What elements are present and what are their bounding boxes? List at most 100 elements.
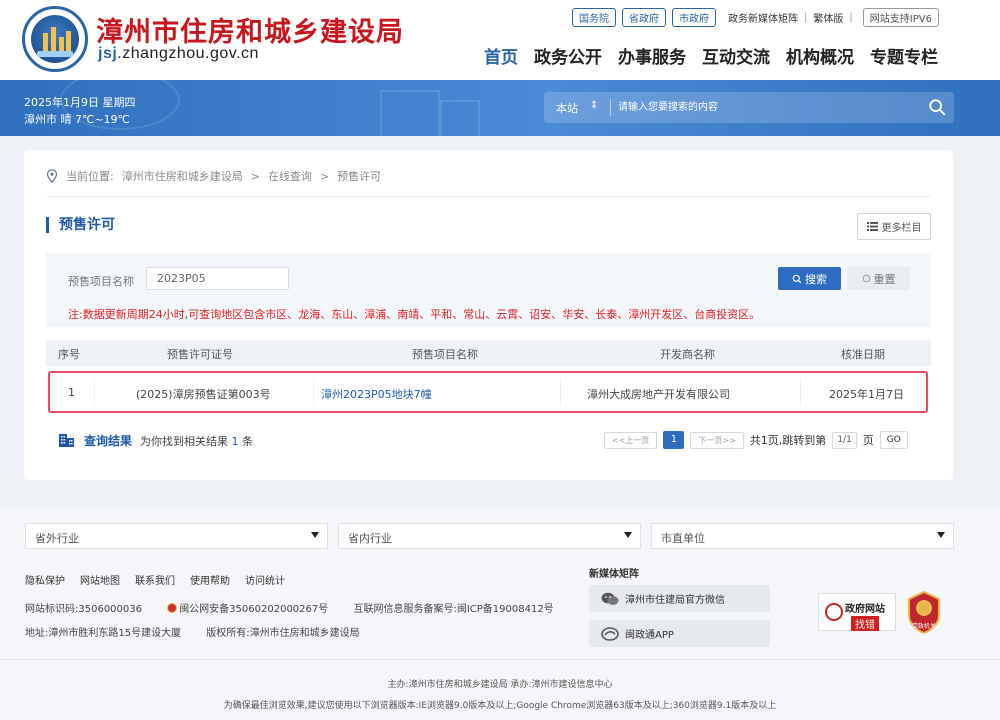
app-icon [601,626,619,641]
nav-topics[interactable]: 专题专栏 [870,43,938,68]
content-card: 当前位置: 漳州市住房和城乡建设局 > 在线查询 > 预售许可 预售许可 更多栏… [24,150,953,480]
link-new-media[interactable]: 政务新媒体矩阵 [728,10,798,25]
page-number-current[interactable]: 1 [663,431,685,449]
breadcrumb-current[interactable]: 预售许可 [337,168,381,184]
reset-icon [862,274,870,283]
site-title[interactable]: 漳州市住房和城乡建设局 [96,10,404,49]
filter-panel: 预售项目名称 搜索 重置 注:数据更新周期24小时,可查询地区包含市区、龙海、东… [46,253,931,327]
column-header-permit: 预售许可证号 [167,348,233,361]
breadcrumb-online-query[interactable]: 在线查询 [268,168,312,184]
project-name-label: 预售项目名称 [68,275,134,288]
weather-info: 漳州市 晴 7℃~19℃ [24,113,130,126]
caret-down-icon [937,532,945,538]
link-help[interactable]: 使用帮助 [190,572,230,587]
gov-site-error-report-badge[interactable]: 政府网站 找错 [818,593,896,631]
cell-project-name-link[interactable]: 漳州2023P05地块7幢 [321,386,432,402]
cell-index: 1 [68,386,75,399]
breadcrumb: 当前位置: 漳州市住房和城乡建设局 > 在线查询 > 预售许可 [46,168,381,184]
search-button[interactable]: 搜索 [778,267,841,290]
breadcrumb-separator: > [319,169,330,183]
report-error-icon [825,603,843,621]
update-note: 注:数据更新周期24小时,可查询地区包含市区、龙海、东山、漳浦、南靖、平和、常山… [68,308,761,321]
search-icon [792,274,802,283]
result-title: 查询结果 [84,434,133,448]
divider [46,196,931,197]
wechat-icon [601,592,619,605]
reset-button[interactable]: 重置 [847,267,910,290]
svg-text:党政机关: 党政机关 [912,622,936,630]
pagination: <<上一页 1 下一页>> 共1页,跳转到第 1/1 页 GO [604,431,908,449]
link-stats[interactable]: 访问统计 [245,572,285,587]
column-header-index: 序号 [58,348,80,361]
site-footer: 省外行业 省内行业 市直单位 隐私保护 网站地图 联系我们 使用帮助 访问统计 … [0,507,1000,720]
site-search-input[interactable] [618,98,908,117]
select-in-province[interactable]: 省内行业 [338,523,641,549]
sort-arrows-icon[interactable]: ⇕ [590,100,598,111]
footer-address-line: 地址:漳州市胜利东路15号建设大厦 版权所有:漳州市住房和城乡建设局 [25,624,360,639]
caret-down-icon [624,532,632,538]
min-zheng-tong-app-button[interactable]: 闽政通APP [589,620,770,647]
site-search-bar: 本站 ⇕ [544,92,954,123]
page-suffix: 页 [862,434,874,447]
icp-record-link[interactable]: 互联网信息服务备案号:闽ICP备19008412号 [353,604,553,615]
column-header-date: 核准日期 [841,348,885,361]
section-title: 预售许可 [46,217,115,233]
address: 地址:漳州市胜利东路15号建设大厦 [25,628,182,639]
banner: 2025年1月9日 星期四 漳州市 晴 7℃~19℃ 本站 ⇕ [0,80,1000,136]
divider: | [849,12,853,23]
select-out-province[interactable]: 省外行业 [25,523,328,549]
more-columns-button[interactable]: 更多栏目 [857,213,931,240]
divider [610,99,611,116]
site-domain: jsj.zhangzhou.gov.cn [98,45,259,62]
site-emblem-logo[interactable] [22,6,88,72]
cell-developer: 漳州大成房地产开发有限公司 [587,388,730,401]
next-page-button[interactable]: 下一页>> [690,431,744,449]
link-city-gov[interactable]: 市政府 [672,8,716,27]
police-record-link[interactable]: 闽公网安备35060202000267号 [179,604,328,615]
breadcrumb-label: 当前位置: [66,170,114,183]
result-count: 1 [231,435,239,448]
nav-home[interactable]: 首页 [484,43,518,68]
search-icon[interactable] [928,98,946,116]
main-nav: 首页 政务公开 办事服务 互动交流 机构概况 专题专栏 [484,43,938,68]
breadcrumb-home[interactable]: 漳州市住房和城乡建设局 [122,168,243,184]
party-gov-agency-badge[interactable]: 党政机关 [906,590,942,634]
page-jump-input[interactable]: 1/1 [832,431,857,449]
select-city-units[interactable]: 市直单位 [651,523,954,549]
result-summary: 为你找到相关结果 1 条 [140,435,253,448]
location-pin-icon [46,169,58,183]
site-header: 漳州市住房和城乡建设局 jsj.zhangzhou.gov.cn 国务院 省政府… [0,0,1000,80]
link-privacy[interactable]: 隐私保护 [25,572,65,587]
table-row[interactable]: 1 (2025)漳房预售证第003号 漳州2023P05地块7幢 漳州大成房地产… [48,371,928,413]
ipv6-badge: 网站支持IPV6 [862,8,939,27]
top-links: 国务院 省政府 市政府 政务新媒体矩阵 | 繁体版 | 网站支持IPV6 [572,8,939,27]
link-state-council[interactable]: 国务院 [572,8,616,27]
nav-services[interactable]: 办事服务 [618,43,686,68]
go-button[interactable]: GO [879,431,908,449]
link-province-gov[interactable]: 省政府 [622,8,666,27]
link-contact[interactable]: 联系我们 [135,572,175,587]
project-name-input[interactable] [146,267,289,290]
copyright: 版权所有:漳州市住房和城乡建设局 [206,628,360,639]
current-date: 2025年1月9日 星期四 [24,96,136,109]
more-columns-label: 更多栏目 [881,223,922,234]
nav-about[interactable]: 机构概况 [786,43,854,68]
column-header-developer: 开发商名称 [660,348,715,361]
reset-button-label: 重置 [873,272,896,286]
total-pages-text: 共1页,跳转到第 [749,434,827,447]
link-traditional-chinese[interactable]: 繁体版 [813,10,843,25]
search-scope-select[interactable]: 本站 [556,100,578,116]
link-sitemap[interactable]: 网站地图 [80,572,120,587]
list-icon [866,222,878,231]
wechat-official-button[interactable]: 漳州市住建局官方微信 [589,585,770,612]
nav-gov-affairs[interactable]: 政务公开 [534,43,602,68]
caret-down-icon [311,532,319,538]
prev-page-button[interactable]: <<上一页 [604,431,658,449]
site-id: 网站标识码:3506000036 [25,604,142,615]
divider: | [804,12,808,23]
nav-interaction[interactable]: 互动交流 [702,43,770,68]
table-header: 序号 预售许可证号 预售项目名称 开发商名称 核准日期 [46,340,931,366]
breadcrumb-separator: > [250,169,260,183]
media-matrix-title: 新媒体矩阵 [589,569,639,580]
column-header-project: 预售项目名称 [412,348,478,361]
